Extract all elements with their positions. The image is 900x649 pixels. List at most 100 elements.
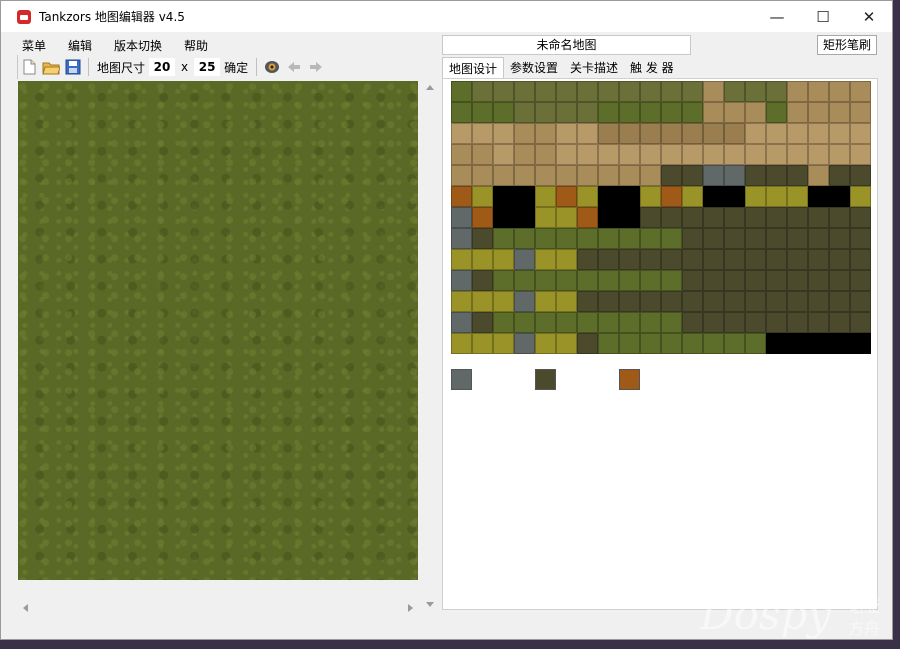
palette-tile[interactable]	[787, 249, 808, 270]
palette-tile[interactable]	[808, 165, 829, 186]
palette-tile[interactable]	[661, 291, 682, 312]
selected-tile[interactable]	[619, 369, 640, 390]
palette-tile[interactable]	[514, 144, 535, 165]
palette-tile[interactable]	[640, 81, 661, 102]
palette-tile[interactable]	[619, 312, 640, 333]
palette-tile[interactable]	[808, 312, 829, 333]
palette-tile[interactable]	[514, 186, 535, 207]
palette-tile[interactable]	[787, 165, 808, 186]
palette-tile[interactable]	[808, 291, 829, 312]
palette-tile[interactable]	[472, 228, 493, 249]
palette-tile[interactable]	[451, 144, 472, 165]
palette-tile[interactable]	[514, 249, 535, 270]
palette-tile[interactable]	[472, 186, 493, 207]
palette-tile[interactable]	[766, 81, 787, 102]
palette-tile[interactable]	[577, 186, 598, 207]
map-height-input[interactable]	[194, 58, 221, 76]
palette-tile[interactable]	[451, 249, 472, 270]
palette-tile[interactable]	[703, 144, 724, 165]
palette-tile[interactable]	[661, 249, 682, 270]
palette-tile[interactable]	[640, 312, 661, 333]
palette-tile[interactable]	[787, 102, 808, 123]
palette-tile[interactable]	[640, 186, 661, 207]
palette-tile[interactable]	[598, 333, 619, 354]
tab-level-description[interactable]: 关卡描述	[564, 57, 624, 78]
palette-tile[interactable]	[745, 165, 766, 186]
palette-tile[interactable]	[493, 207, 514, 228]
palette-tile[interactable]	[640, 333, 661, 354]
palette-tile[interactable]	[640, 165, 661, 186]
tab-parameters[interactable]: 参数设置	[504, 57, 564, 78]
palette-tile[interactable]	[598, 102, 619, 123]
palette-tile[interactable]	[787, 228, 808, 249]
palette-tile[interactable]	[766, 102, 787, 123]
palette-tile[interactable]	[472, 312, 493, 333]
palette-tile[interactable]	[661, 81, 682, 102]
palette-tile[interactable]	[451, 81, 472, 102]
palette-tile[interactable]	[472, 81, 493, 102]
palette-tile[interactable]	[472, 165, 493, 186]
palette-tile[interactable]	[829, 291, 850, 312]
palette-tile[interactable]	[766, 144, 787, 165]
palette-tile[interactable]	[619, 186, 640, 207]
palette-tile[interactable]	[724, 81, 745, 102]
palette-tile[interactable]	[556, 81, 577, 102]
palette-tile[interactable]	[682, 123, 703, 144]
palette-tile[interactable]	[661, 312, 682, 333]
palette-tile[interactable]	[514, 123, 535, 144]
palette-tile[interactable]	[850, 102, 871, 123]
palette-tile[interactable]	[451, 333, 472, 354]
palette-tile[interactable]	[514, 207, 535, 228]
palette-tile[interactable]	[493, 123, 514, 144]
palette-tile[interactable]	[514, 165, 535, 186]
palette-tile[interactable]	[745, 81, 766, 102]
palette-tile[interactable]	[451, 228, 472, 249]
palette-tile[interactable]	[451, 186, 472, 207]
palette-tile[interactable]	[535, 333, 556, 354]
palette-tile[interactable]	[724, 291, 745, 312]
palette-tile[interactable]	[703, 165, 724, 186]
palette-tile[interactable]	[619, 165, 640, 186]
palette-tile[interactable]	[703, 186, 724, 207]
menu-item-version[interactable]: 版本切换	[103, 35, 173, 55]
palette-tile[interactable]	[493, 249, 514, 270]
palette-tile[interactable]	[640, 207, 661, 228]
palette-tile[interactable]	[766, 249, 787, 270]
palette-tile[interactable]	[493, 81, 514, 102]
palette-tile[interactable]	[724, 249, 745, 270]
scroll-up-icon[interactable]	[426, 85, 434, 90]
palette-tile[interactable]	[619, 81, 640, 102]
palette-tile[interactable]	[724, 144, 745, 165]
palette-tile[interactable]	[661, 270, 682, 291]
palette-tile[interactable]	[451, 270, 472, 291]
palette-tile[interactable]	[682, 249, 703, 270]
palette-tile[interactable]	[829, 165, 850, 186]
palette-tile[interactable]	[514, 270, 535, 291]
palette-tile[interactable]	[577, 81, 598, 102]
palette-tile[interactable]	[535, 165, 556, 186]
palette-tile[interactable]	[577, 144, 598, 165]
palette-tile[interactable]	[703, 81, 724, 102]
palette-tile[interactable]	[766, 165, 787, 186]
eye-icon[interactable]	[263, 58, 281, 76]
palette-tile[interactable]	[451, 291, 472, 312]
palette-tile[interactable]	[850, 291, 871, 312]
palette-tile[interactable]	[745, 144, 766, 165]
palette-tile[interactable]	[598, 270, 619, 291]
palette-tile[interactable]	[682, 186, 703, 207]
palette-tile[interactable]	[619, 228, 640, 249]
map-canvas[interactable]	[18, 81, 418, 580]
palette-tile[interactable]	[745, 249, 766, 270]
palette-tile[interactable]	[493, 312, 514, 333]
palette-tile[interactable]	[619, 207, 640, 228]
map-width-input[interactable]	[149, 58, 176, 76]
save-icon[interactable]	[64, 58, 82, 76]
palette-tile[interactable]	[598, 123, 619, 144]
palette-tile[interactable]	[682, 102, 703, 123]
palette-tile[interactable]	[850, 228, 871, 249]
scroll-right-icon[interactable]	[408, 604, 413, 612]
palette-tile[interactable]	[640, 144, 661, 165]
palette-tile[interactable]	[493, 270, 514, 291]
palette-tile[interactable]	[493, 333, 514, 354]
palette-tile[interactable]	[535, 270, 556, 291]
